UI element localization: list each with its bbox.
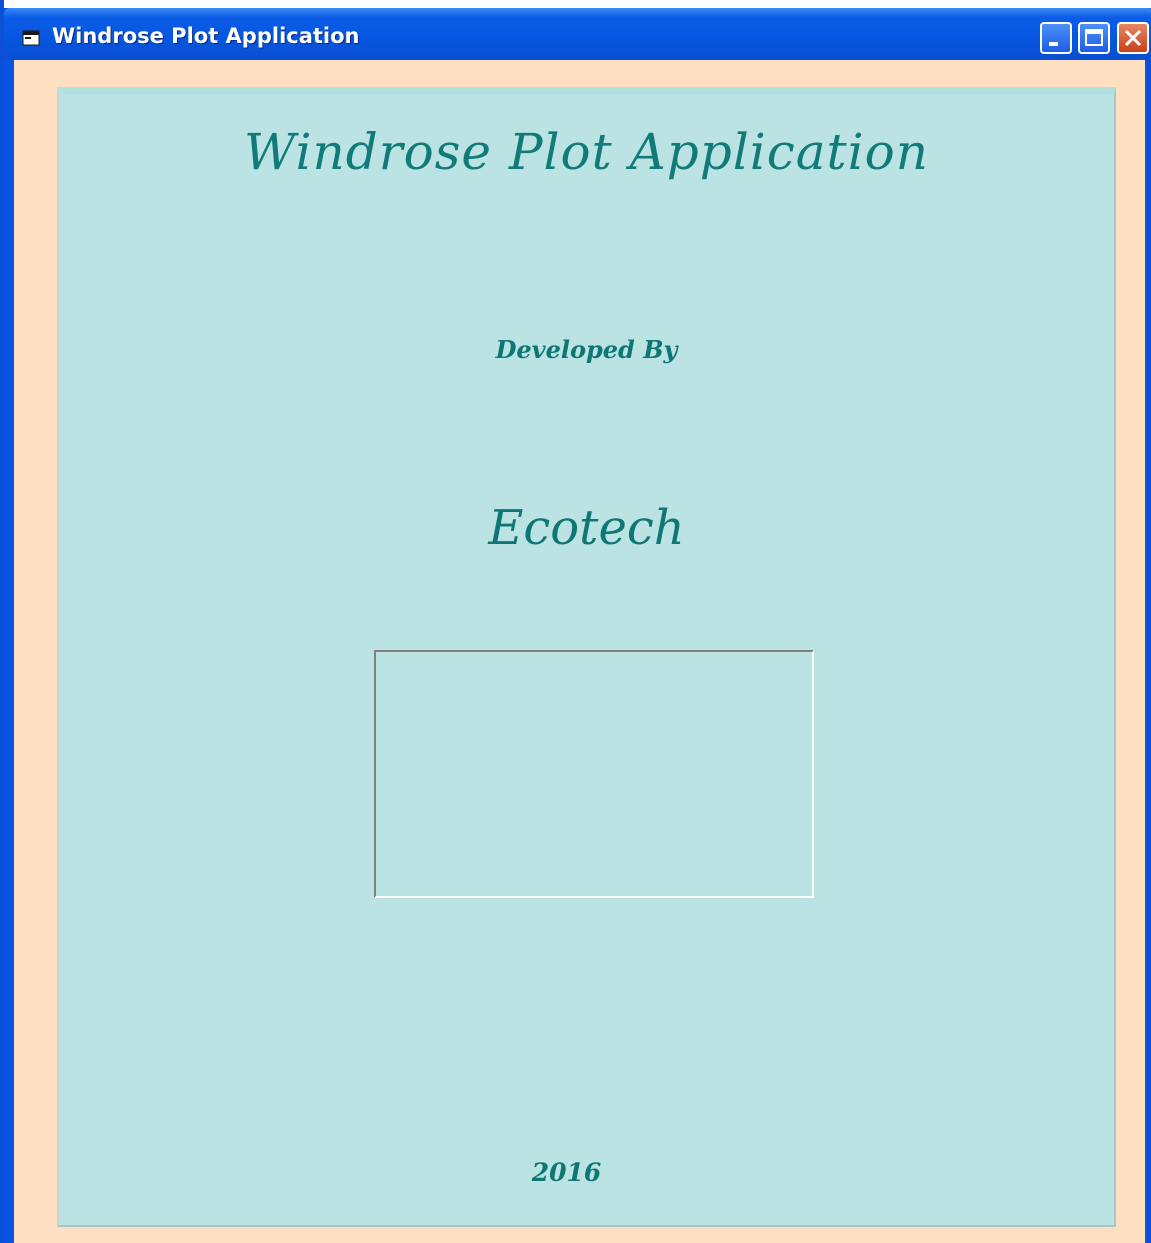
window-title: Windrose Plot Application: [52, 24, 360, 48]
minimize-icon: [1049, 42, 1058, 46]
minimize-button[interactable]: [1040, 22, 1072, 54]
maximize-icon: [1085, 29, 1103, 46]
screen-edge: [4, 0, 1151, 8]
company-name: Ecotech: [488, 500, 685, 556]
app-window: Windrose Plot Application Windrose Plot …: [0, 0, 1151, 1243]
close-button[interactable]: [1117, 22, 1149, 54]
maximize-button[interactable]: [1078, 22, 1110, 54]
app-window-icon[interactable]: [22, 30, 40, 46]
splash-title: Windrose Plot Application: [244, 123, 929, 181]
title-bar[interactable]: Windrose Plot Application: [4, 8, 1151, 60]
year-label: 2016: [531, 1158, 602, 1187]
splash-panel: Windrose Plot Application Developed By E…: [57, 87, 1116, 1227]
close-icon: [1124, 29, 1142, 47]
logo-frame: [374, 650, 814, 898]
developed-by-label: Developed By: [495, 335, 678, 364]
window-client-area: Windrose Plot Application Developed By E…: [14, 60, 1145, 1243]
